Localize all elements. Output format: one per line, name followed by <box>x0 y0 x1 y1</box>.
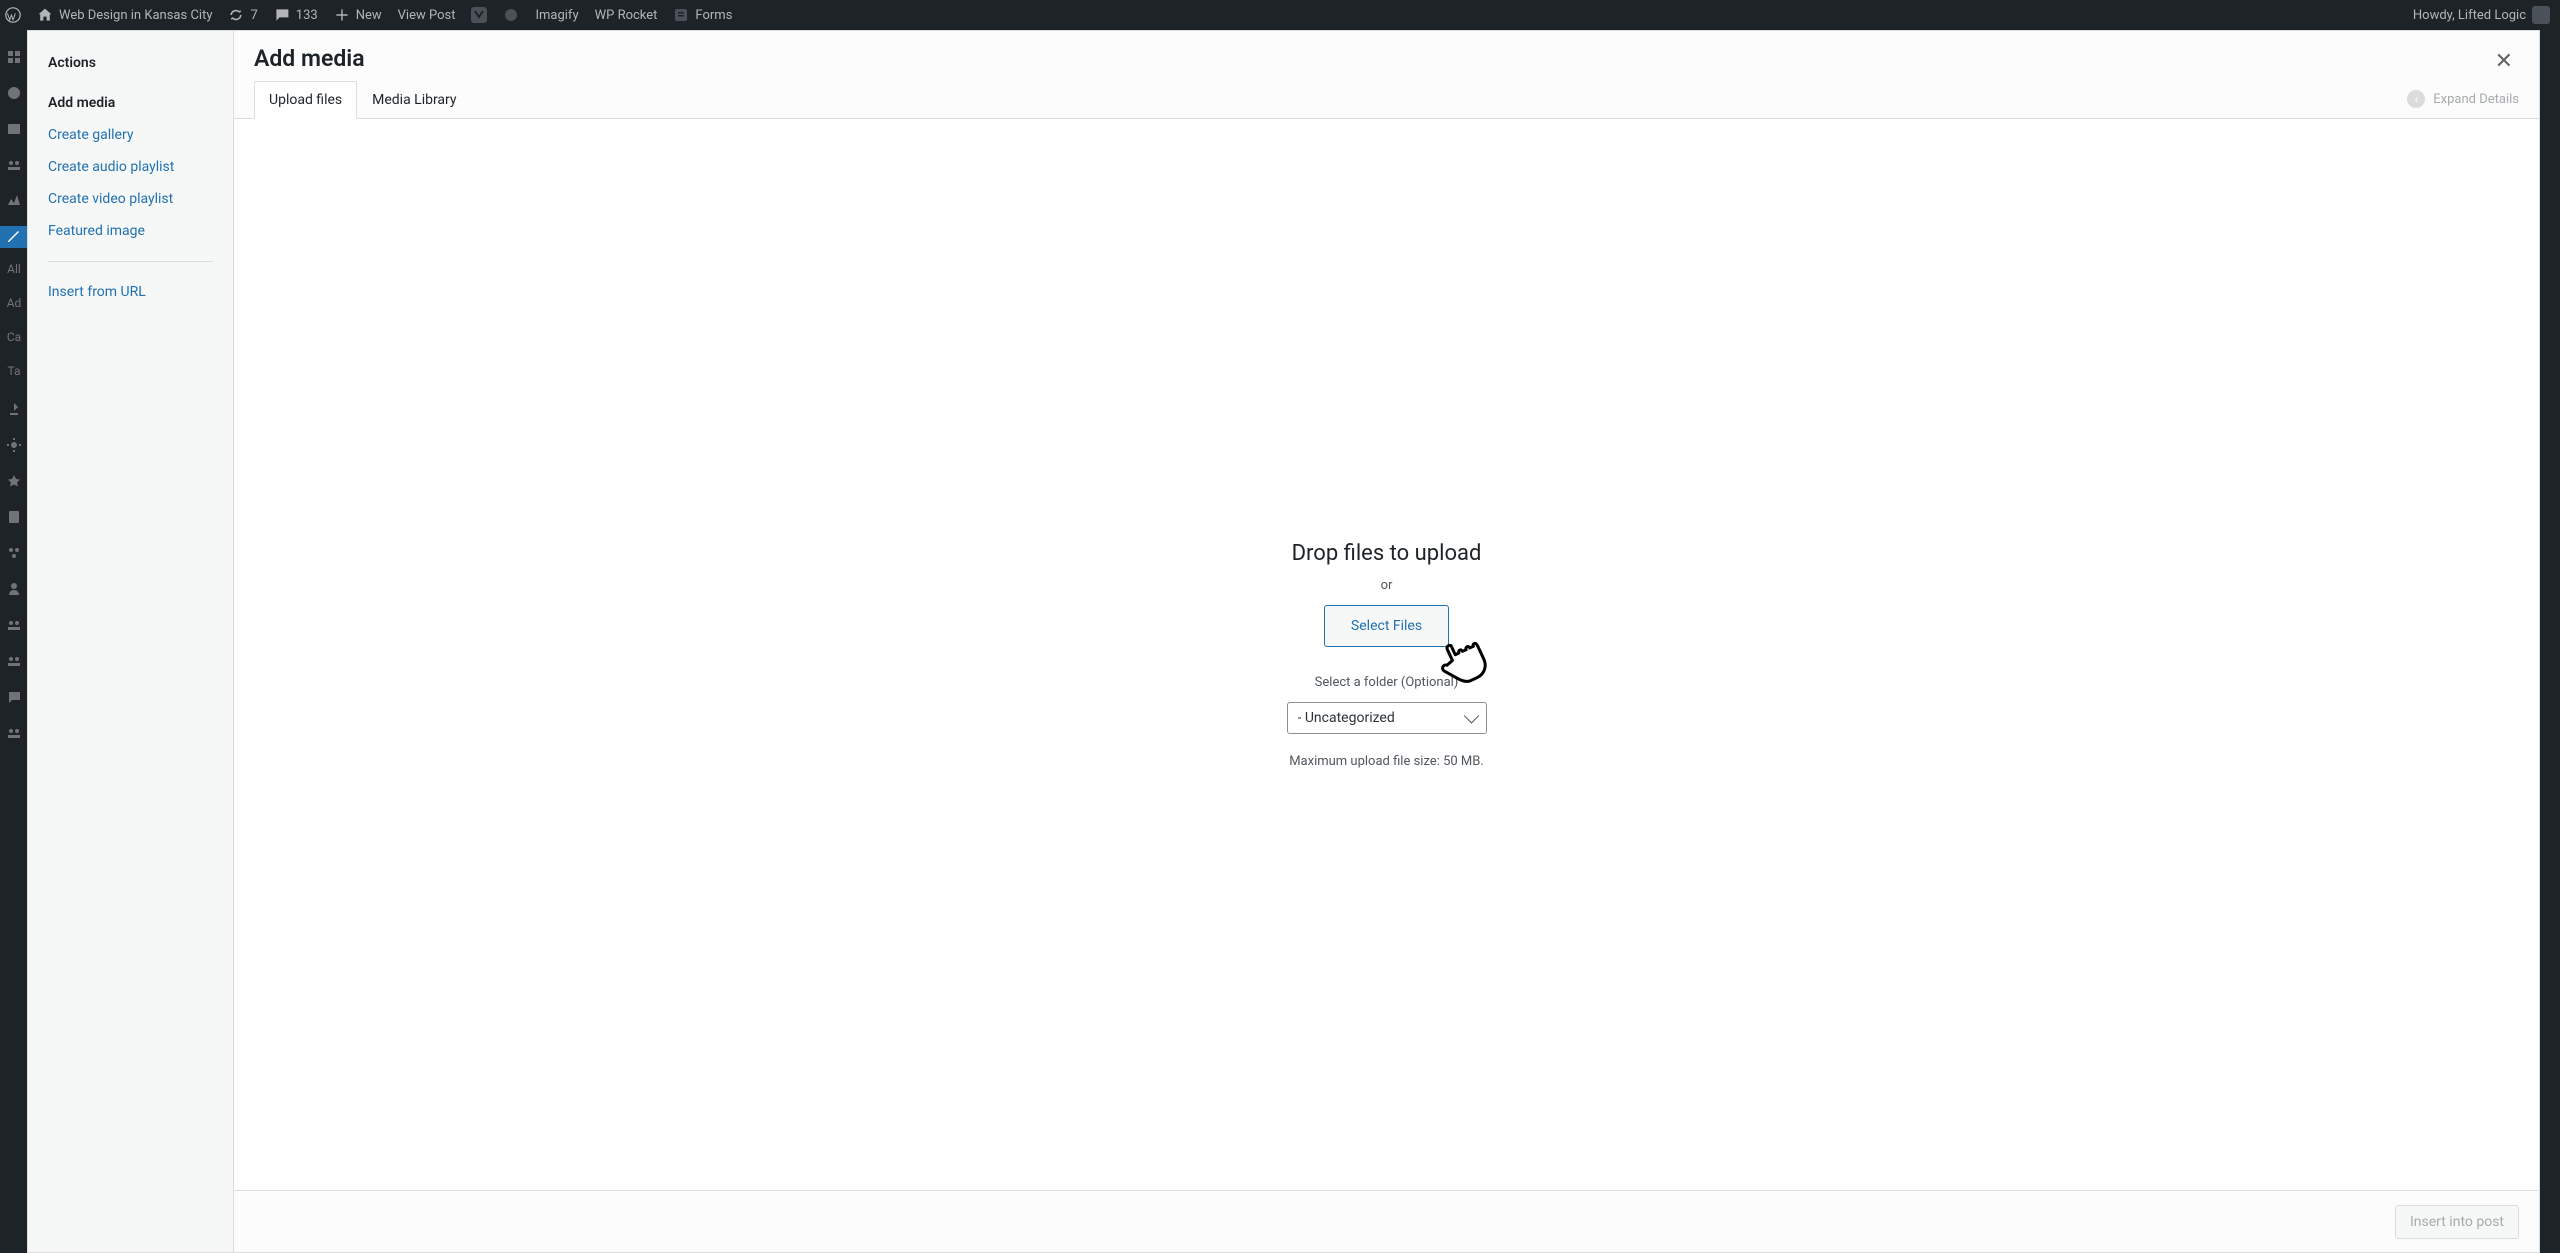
comments-count: 133 <box>296 8 318 23</box>
site-title: Web Design in Kansas City <box>59 8 212 23</box>
tab-upload-files[interactable]: Upload files <box>254 81 357 119</box>
divider <box>48 261 213 262</box>
forms-label: Forms <box>695 8 732 23</box>
menu-generic-2[interactable] <box>0 118 28 140</box>
insert-into-post-button[interactable]: Insert into post <box>2395 1205 2519 1239</box>
menu-generic-3[interactable] <box>0 154 28 176</box>
site-name-link[interactable]: Web Design in Kansas City <box>37 7 212 23</box>
wp-rocket-link[interactable]: WP Rocket <box>595 8 658 23</box>
new-content-link[interactable]: New <box>334 7 382 23</box>
upload-dropzone[interactable]: Drop files to upload or Select Files Sel… <box>234 119 2539 1190</box>
comment-icon <box>274 7 290 23</box>
menu-media[interactable] <box>0 398 28 420</box>
howdy-text: Howdy, Lifted Logic <box>2413 8 2526 23</box>
modal-title: Add media <box>254 45 365 72</box>
home-icon <box>37 7 53 23</box>
action-create-gallery[interactable]: Create gallery <box>48 119 213 151</box>
close-button[interactable]: ✕ <box>2489 45 2519 78</box>
menu-generic-5[interactable] <box>0 434 28 456</box>
expand-details-label: Expand Details <box>2433 92 2519 107</box>
close-icon: ✕ <box>2495 49 2513 74</box>
menu-generic-10[interactable] <box>0 614 28 636</box>
howdy-link[interactable]: Howdy, Lifted Logic <box>2413 6 2550 24</box>
refresh-icon <box>228 7 244 23</box>
dropzone-title: Drop files to upload <box>1292 541 1482 566</box>
wordpress-icon <box>5 7 21 23</box>
wp-admin-menu: All Ad Ca Ta <box>0 30 28 1253</box>
status-dot[interactable] <box>503 7 519 23</box>
menu-generic-8[interactable] <box>0 542 28 564</box>
action-add-media[interactable]: Add media <box>48 87 213 119</box>
max-upload-size: Maximum upload file size: 50 MB. <box>1289 754 1484 769</box>
folder-select-label: Select a folder (Optional) <box>1315 675 1459 690</box>
tab-media-library[interactable]: Media Library <box>357 81 471 119</box>
chevron-left-icon: ‹ <box>2407 90 2425 108</box>
menu-generic-12[interactable] <box>0 722 28 744</box>
updates-link[interactable]: 7 <box>228 7 257 23</box>
menu-generic-4[interactable] <box>0 190 28 212</box>
actions-sidebar: Actions Add media Create gallery Create … <box>28 31 234 1252</box>
action-create-video-playlist[interactable]: Create video playlist <box>48 183 213 215</box>
menu-text-all[interactable]: All <box>7 262 21 282</box>
select-files-button[interactable]: Select Files <box>1324 605 1449 647</box>
menu-generic-11[interactable] <box>0 650 28 672</box>
yoast-icon[interactable] <box>471 7 487 23</box>
imagify-link[interactable]: Imagify <box>535 8 578 23</box>
menu-comments[interactable] <box>0 686 28 708</box>
menu-text-add[interactable]: Ad <box>7 296 22 316</box>
or-text: or <box>1381 578 1393 593</box>
forms-link[interactable]: Forms <box>673 7 732 23</box>
plus-icon <box>334 7 350 23</box>
menu-generic-6[interactable] <box>0 470 28 492</box>
updates-count: 7 <box>250 8 257 23</box>
menu-posts-active[interactable] <box>0 226 28 248</box>
menu-text-tag[interactable]: Ta <box>7 364 20 384</box>
menu-generic-9[interactable] <box>0 578 28 600</box>
action-featured-image[interactable]: Featured image <box>48 215 213 247</box>
media-modal: Actions Add media Create gallery Create … <box>27 30 2540 1253</box>
wp-admin-bar: Web Design in Kansas City 7 133 New View… <box>0 0 2560 30</box>
expand-details: ‹ Expand Details <box>2407 90 2519 108</box>
wp-logo[interactable] <box>5 7 21 23</box>
new-label: New <box>356 8 382 23</box>
comments-link[interactable]: 133 <box>274 7 318 23</box>
action-create-audio-playlist[interactable]: Create audio playlist <box>48 151 213 183</box>
media-main-panel: Add media ✕ Upload files Media Library ‹… <box>234 31 2539 1252</box>
menu-text-cat[interactable]: Ca <box>7 330 21 350</box>
circle-icon <box>503 7 519 23</box>
action-insert-from-url[interactable]: Insert from URL <box>48 276 213 308</box>
view-post-link[interactable]: View Post <box>398 8 456 23</box>
media-tabs: Upload files Media Library <box>254 80 472 118</box>
folder-select[interactable]: - Uncategorized <box>1287 702 1487 734</box>
menu-generic-7[interactable] <box>0 506 28 528</box>
avatar-icon <box>2532 6 2550 24</box>
forms-icon <box>673 7 689 23</box>
actions-heading: Actions <box>48 55 213 71</box>
modal-footer: Insert into post <box>234 1190 2539 1252</box>
menu-dashboard[interactable] <box>0 46 28 68</box>
yoast-logo-icon <box>471 7 487 23</box>
menu-generic-1[interactable] <box>0 82 28 104</box>
